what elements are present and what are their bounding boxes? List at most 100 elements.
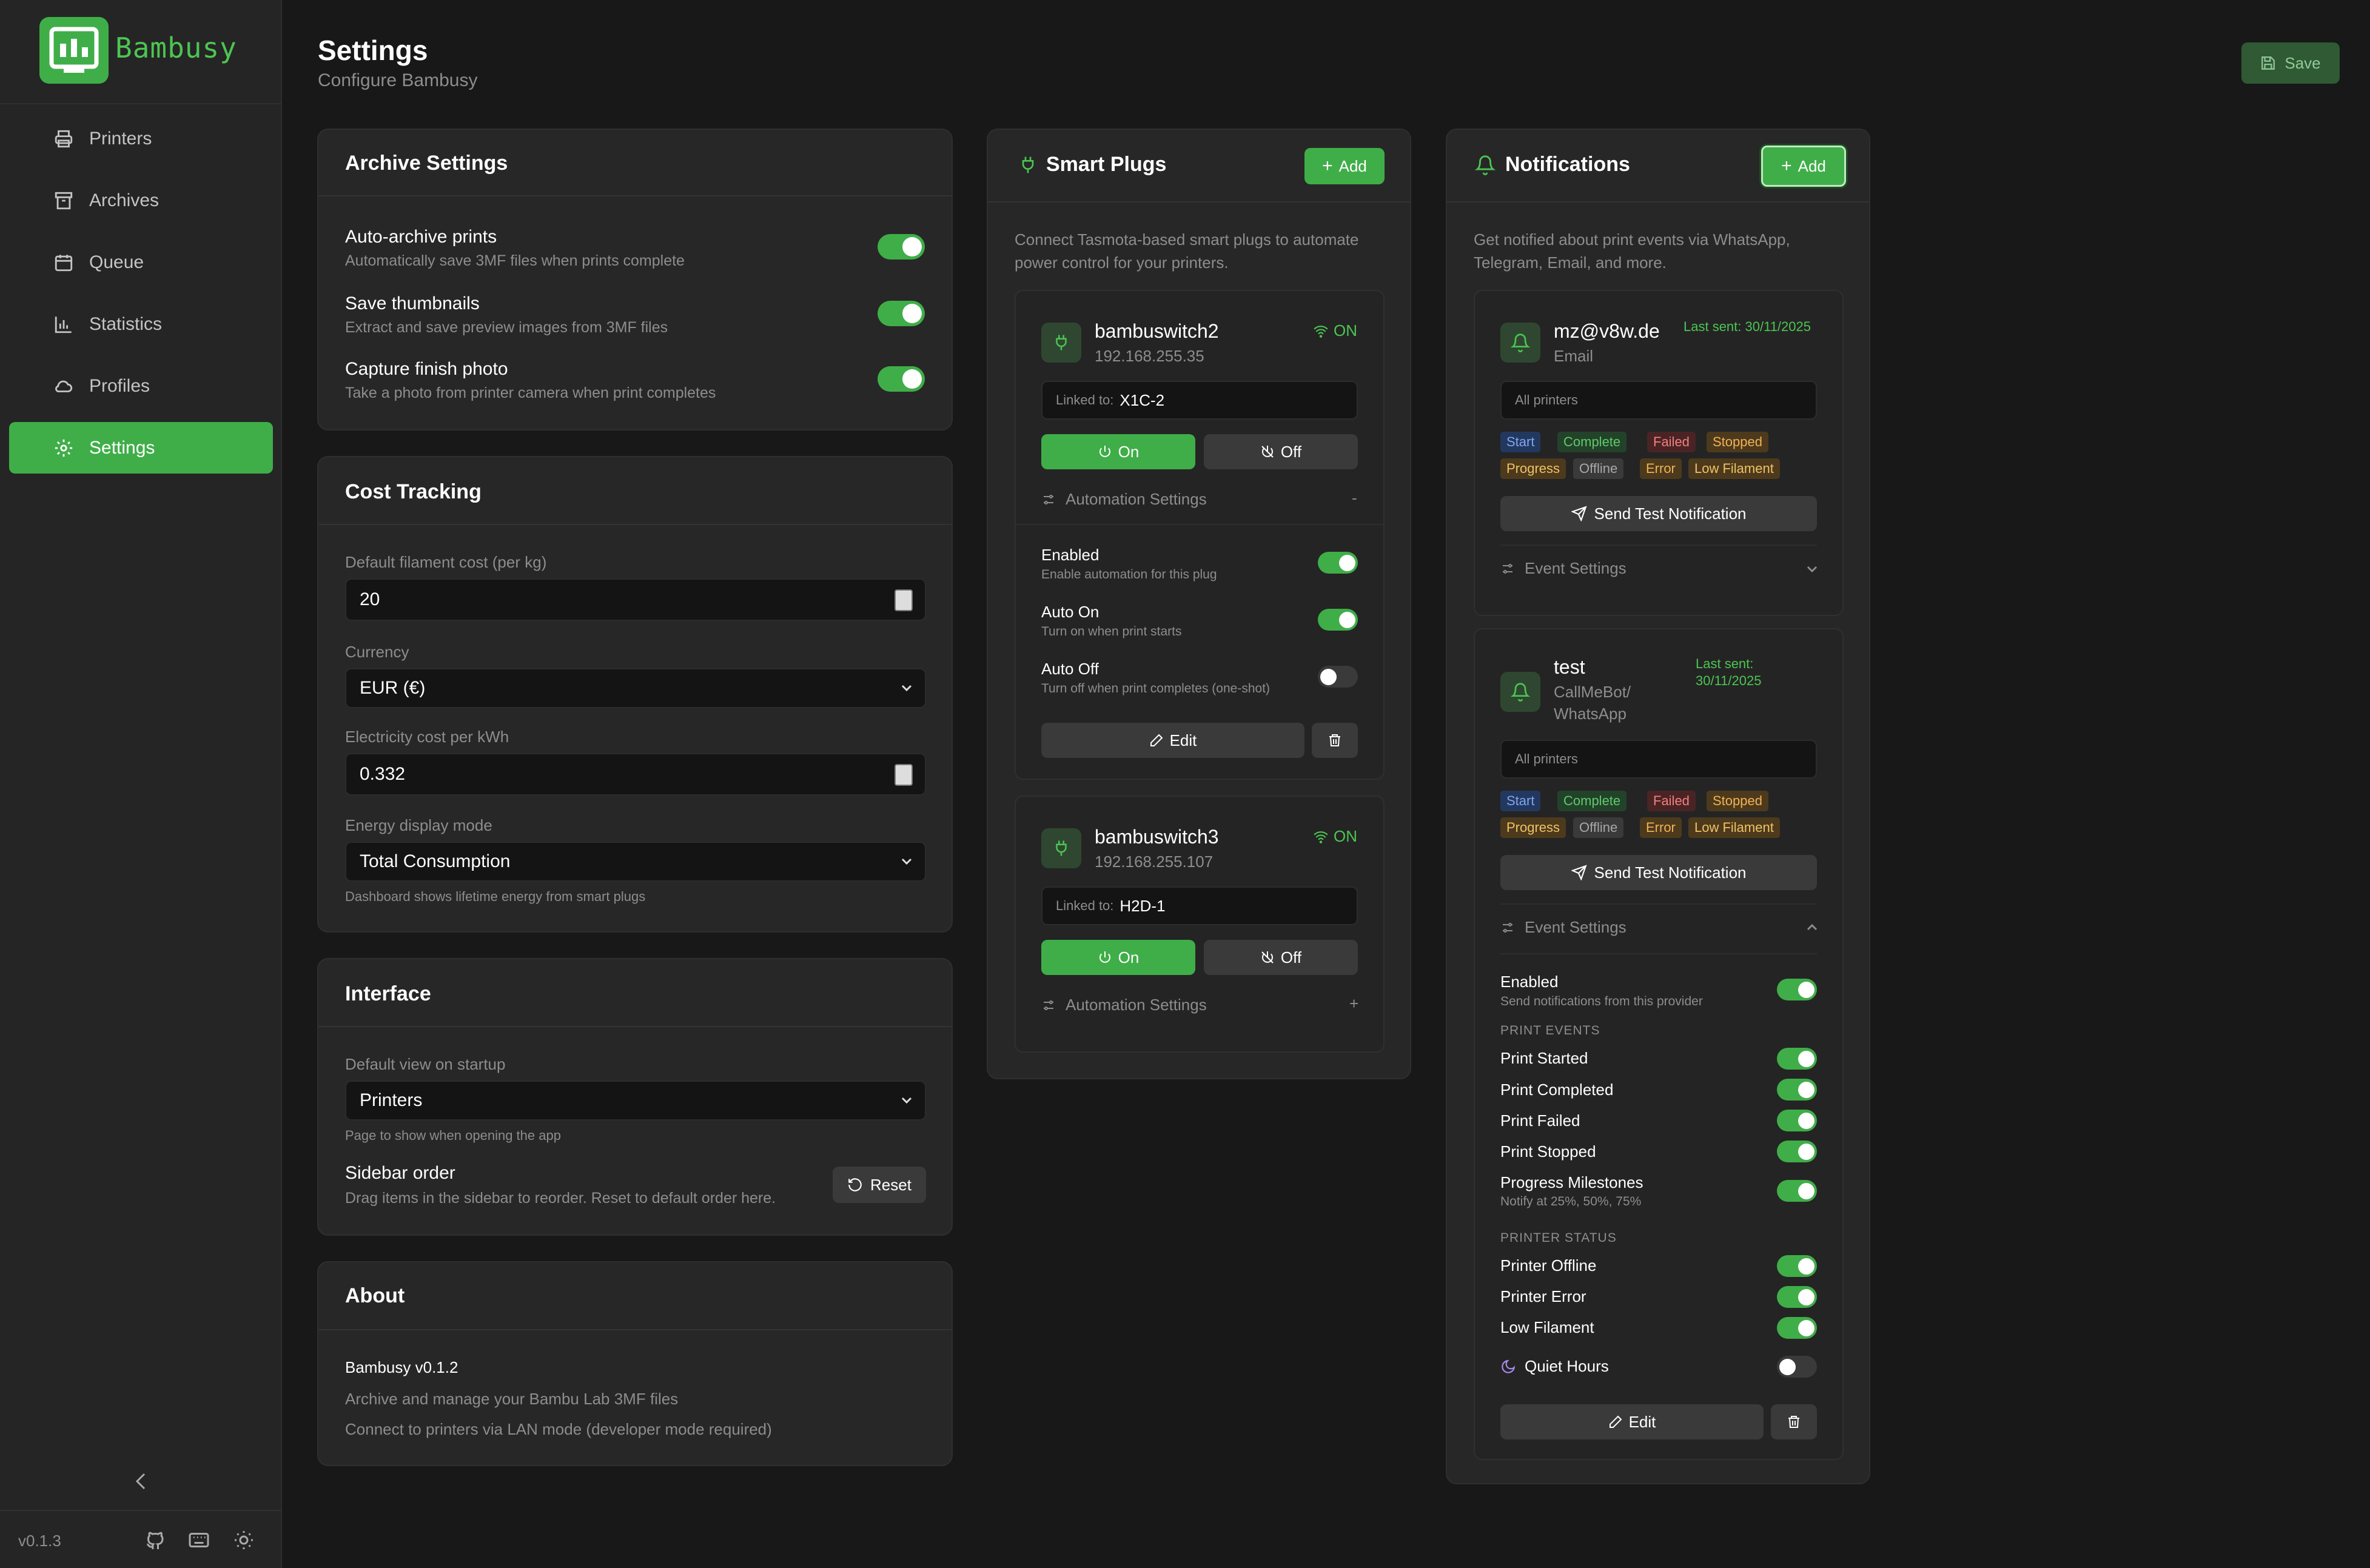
- default-view-select[interactable]: Printers: [345, 1081, 926, 1121]
- event-settings-toggle[interactable]: Event Settings: [1500, 559, 1626, 578]
- automation-enabled-toggle[interactable]: [1318, 552, 1358, 574]
- sidebar-item-profiles[interactable]: Profiles: [9, 360, 273, 412]
- event-tag: Low Filament: [1688, 458, 1780, 479]
- provider-card: mz@v8w.de Email Last sent: 30/11/2025 Al…: [1474, 290, 1844, 616]
- archive-icon: [52, 189, 76, 213]
- setting-desc: Drag items in the sidebar to reorder. Re…: [345, 1190, 776, 1207]
- currency-select[interactable]: EUR (€): [345, 668, 926, 708]
- printer-error-toggle[interactable]: [1777, 1286, 1817, 1308]
- auto-archive-toggle[interactable]: [878, 234, 925, 260]
- theme-sun-icon[interactable]: [233, 1529, 255, 1551]
- reset-order-button[interactable]: Reset: [833, 1167, 926, 1203]
- energy-mode-select[interactable]: Total Consumption: [345, 842, 926, 882]
- last-sent: 30/11/2025: [1696, 673, 1762, 688]
- moon-icon: [1500, 1359, 1516, 1375]
- event-tag: Start: [1500, 432, 1541, 452]
- delete-provider-button[interactable]: [1771, 1404, 1817, 1439]
- wifi-icon: [1313, 324, 1329, 338]
- linked-printer: Linked to: H2D-1: [1041, 886, 1358, 925]
- collapse-icon[interactable]: -: [1352, 489, 1357, 508]
- setting-desc: Send notifications from this provider: [1500, 994, 1703, 1008]
- printer-scope: All printers: [1500, 740, 1817, 779]
- expand-icon[interactable]: +: [1349, 994, 1358, 1013]
- auto-on-toggle[interactable]: [1318, 609, 1358, 631]
- send-icon: [1571, 506, 1587, 521]
- save-thumbnails-toggle[interactable]: [878, 301, 925, 326]
- collapse-sidebar-icon[interactable]: [133, 1470, 148, 1492]
- event-tag: Offline: [1573, 458, 1624, 479]
- archive-settings-card: Archive Settings Auto-archive prints Aut…: [317, 129, 953, 431]
- save-button[interactable]: Save: [2241, 42, 2340, 84]
- chevron-up-icon[interactable]: [1806, 923, 1818, 931]
- sliders-icon: [1041, 998, 1056, 1013]
- setting-label: Enabled: [1500, 973, 1559, 991]
- low-filament-toggle[interactable]: [1777, 1317, 1817, 1339]
- quiet-hours-toggle[interactable]: [1777, 1356, 1817, 1378]
- plug-off-button[interactable]: Off: [1204, 434, 1358, 469]
- divider: [1500, 903, 1817, 905]
- chevron-down-icon: [901, 1096, 913, 1105]
- progress-milestones-toggle[interactable]: [1777, 1180, 1817, 1202]
- print-started-toggle[interactable]: [1777, 1048, 1817, 1070]
- field-label: Electricity cost per kWh: [345, 728, 509, 746]
- sidebar-item-archives[interactable]: Archives: [9, 175, 273, 226]
- plug-name: bambuswitch3: [1095, 826, 1219, 848]
- setting-desc: Extract and save preview images from 3MF…: [345, 319, 668, 336]
- event-tag: Offline: [1573, 817, 1624, 838]
- stepper-icon[interactable]: [895, 589, 913, 611]
- divider: [1016, 524, 1383, 525]
- sidebar-item-statistics[interactable]: Statistics: [9, 298, 273, 350]
- automation-settings-toggle[interactable]: Automation Settings: [1041, 490, 1207, 509]
- plug-card: bambuswitch3 192.168.255.107 ON Linked t…: [1015, 796, 1385, 1053]
- automation-desc: Turn on when print starts: [1041, 625, 1182, 638]
- add-notification-button[interactable]: + Add: [1761, 146, 1846, 187]
- event-desc: Notify at 25%, 50%, 75%: [1500, 1194, 1642, 1208]
- keyboard-icon[interactable]: [188, 1529, 210, 1551]
- sidebar-item-queue[interactable]: Queue: [9, 236, 273, 288]
- card-title: Notifications: [1505, 153, 1630, 176]
- about-line: Connect to printers via LAN mode (develo…: [345, 1420, 772, 1438]
- plug-card: bambuswitch2 192.168.255.35 ON Linked to…: [1015, 290, 1385, 780]
- plug-status: ON: [1313, 321, 1357, 340]
- print-stopped-toggle[interactable]: [1777, 1141, 1817, 1162]
- send-test-button[interactable]: Send Test Notification: [1500, 496, 1817, 531]
- github-icon[interactable]: [144, 1529, 166, 1551]
- edit-plug-button[interactable]: Edit: [1041, 723, 1304, 758]
- capture-photo-toggle[interactable]: [878, 366, 925, 392]
- stepper-icon[interactable]: [895, 764, 913, 786]
- auto-off-toggle[interactable]: [1318, 666, 1358, 688]
- send-test-button[interactable]: Send Test Notification: [1500, 855, 1817, 890]
- card-title: About: [345, 1284, 405, 1307]
- event-settings-toggle[interactable]: Event Settings: [1500, 918, 1626, 937]
- sidebar-item-printers[interactable]: Printers: [9, 113, 273, 164]
- printer-offline-toggle[interactable]: [1777, 1255, 1817, 1277]
- event-label: Print Stopped: [1500, 1142, 1596, 1161]
- logo-icon: [39, 17, 109, 84]
- linked-printer: Linked to: X1C-2: [1041, 381, 1358, 420]
- edit-provider-button[interactable]: Edit: [1500, 1404, 1764, 1439]
- power-icon: [1098, 444, 1112, 459]
- chevron-down-icon[interactable]: [1806, 565, 1818, 574]
- provider-enabled-toggle[interactable]: [1777, 979, 1817, 1000]
- event-tag: Progress: [1500, 458, 1566, 479]
- plug-on-button[interactable]: On: [1041, 434, 1195, 469]
- page-subtitle: Configure Bambusy: [318, 70, 478, 90]
- sidebar-item-settings[interactable]: Settings: [9, 422, 273, 474]
- electricity-cost-input[interactable]: 0.332: [345, 753, 926, 796]
- plug-off-button[interactable]: Off: [1204, 940, 1358, 975]
- print-completed-toggle[interactable]: [1777, 1079, 1817, 1101]
- delete-plug-button[interactable]: [1312, 723, 1358, 758]
- field-help: Page to show when opening the app: [345, 1128, 561, 1143]
- event-tag: Stopped: [1707, 791, 1768, 811]
- event-tag: Stopped: [1707, 432, 1768, 452]
- automation-label: Auto Off: [1041, 660, 1099, 678]
- print-failed-toggle[interactable]: [1777, 1110, 1817, 1131]
- card-title: Archive Settings: [345, 152, 508, 175]
- plug-on-button[interactable]: On: [1041, 940, 1195, 975]
- add-plug-button[interactable]: + Add: [1304, 148, 1385, 184]
- provider-card: test CallMeBot/ WhatsApp Last sent: 30/1…: [1474, 628, 1844, 1460]
- divider: [318, 524, 952, 525]
- automation-settings-toggle[interactable]: Automation Settings: [1041, 996, 1207, 1014]
- filament-cost-input[interactable]: 20: [345, 578, 926, 621]
- plug-ip: 192.168.255.107: [1095, 853, 1214, 871]
